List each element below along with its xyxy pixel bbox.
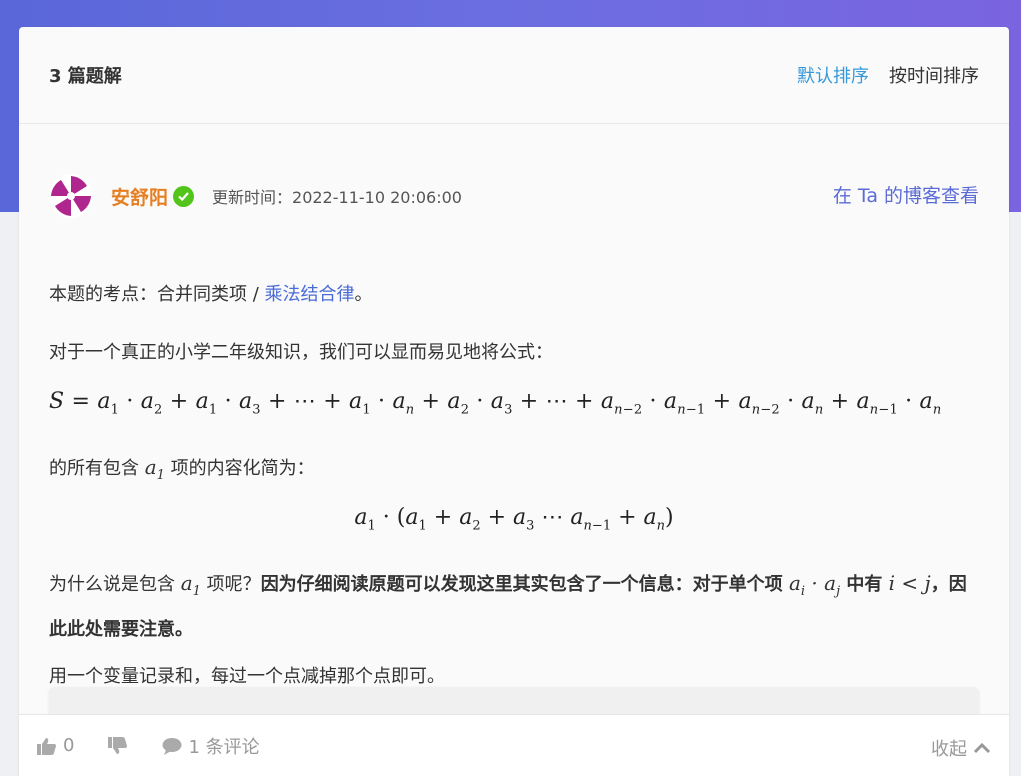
collapse-button[interactable]: 收起 bbox=[931, 735, 991, 761]
thumbs-up-icon bbox=[37, 737, 56, 755]
comments-button[interactable]: 1 条评论 bbox=[162, 733, 260, 759]
thumbs-down-icon bbox=[108, 736, 128, 754]
view-on-blog-link[interactable]: 在 Ta 的博客查看 bbox=[833, 181, 979, 208]
sort-time-button[interactable]: 按时间排序 bbox=[889, 62, 979, 88]
paragraph-topic: 本题的考点：合并同类项 / 乘法结合律。 bbox=[49, 279, 373, 311]
term-a1-inline: a1 bbox=[180, 571, 201, 599]
like-button[interactable]: 0 bbox=[37, 735, 74, 756]
paragraph-intro: 对于一个真正的小学二年级知识，我们可以显而易见地将公式： bbox=[49, 342, 553, 363]
simplify-suffix: 项的内容化简为： bbox=[164, 458, 315, 479]
term-ai-aj: ai · aj bbox=[788, 571, 841, 599]
like-count: 0 bbox=[63, 735, 75, 756]
simplify-prefix: 的所有包含 bbox=[49, 458, 145, 479]
solutions-count-title: 3 篇题解 bbox=[49, 66, 122, 87]
topic-suffix: 。 bbox=[354, 284, 373, 305]
comment-icon bbox=[162, 737, 182, 755]
chevron-up-icon bbox=[973, 742, 991, 754]
explain-bold-1: 因为仔细阅读原题可以发现这里其实包含了一个信息：对于单个项 bbox=[260, 574, 789, 595]
post-footer: 0 1 条评论 收起 bbox=[19, 714, 1009, 776]
solutions-header: 3 篇题解 默认排序 按时间排序 bbox=[19, 27, 1009, 124]
explain-bold-2: 中有 bbox=[840, 574, 889, 595]
collapse-label: 收起 bbox=[931, 739, 967, 760]
author-row: 安舒阳 更新时间：2022-11-10 20:06:00 在 Ta 的博客查看 bbox=[49, 124, 979, 268]
paragraph-simplify: 的所有包含 a1 项的内容化简为： bbox=[49, 451, 315, 492]
associative-law-link[interactable]: 乘法结合律 bbox=[265, 284, 355, 305]
formula-sum: S = a1 · a2 + a1 · a3 + ⋯ + a1 · an + a2… bbox=[49, 389, 942, 418]
explain-mid: 项呢？ bbox=[200, 574, 261, 595]
explain-prefix: 为什么说是包含 bbox=[49, 574, 181, 595]
formula-simplified: a1 · (a1 + a2 + a3 ⋯ an−1 + an) bbox=[354, 505, 674, 534]
update-time: 更新时间：2022-11-10 20:06:00 bbox=[212, 188, 462, 207]
author-name[interactable]: 安舒阳 bbox=[111, 183, 168, 210]
verified-check-icon bbox=[173, 185, 195, 207]
paragraph-explanation: 为什么说是包含 a1 项呢？因为仔细阅读原题可以发现这里其实包含了一个信息：对于… bbox=[49, 564, 979, 649]
avatar[interactable] bbox=[49, 174, 93, 218]
comment-count: 1 条评论 bbox=[188, 736, 260, 758]
topic-prefix: 本题的考点：合并同类项 / bbox=[49, 284, 265, 305]
solutions-card: 3 篇题解 默认排序 按时间排序 安舒阳 更新时间：2022-11-10 20:… bbox=[19, 27, 1009, 776]
solution-post: 安舒阳 更新时间：2022-11-10 20:06:00 在 Ta 的博客查看 bbox=[19, 124, 1009, 268]
avatar-pinwheel-icon bbox=[49, 174, 93, 218]
sort-default-button[interactable]: 默认排序 bbox=[797, 62, 869, 88]
term-a1: a1 bbox=[144, 455, 165, 483]
dislike-button[interactable] bbox=[108, 736, 128, 755]
sort-group: 默认排序 按时间排序 bbox=[797, 62, 979, 88]
term-i-lt-j: i < j bbox=[888, 571, 931, 595]
